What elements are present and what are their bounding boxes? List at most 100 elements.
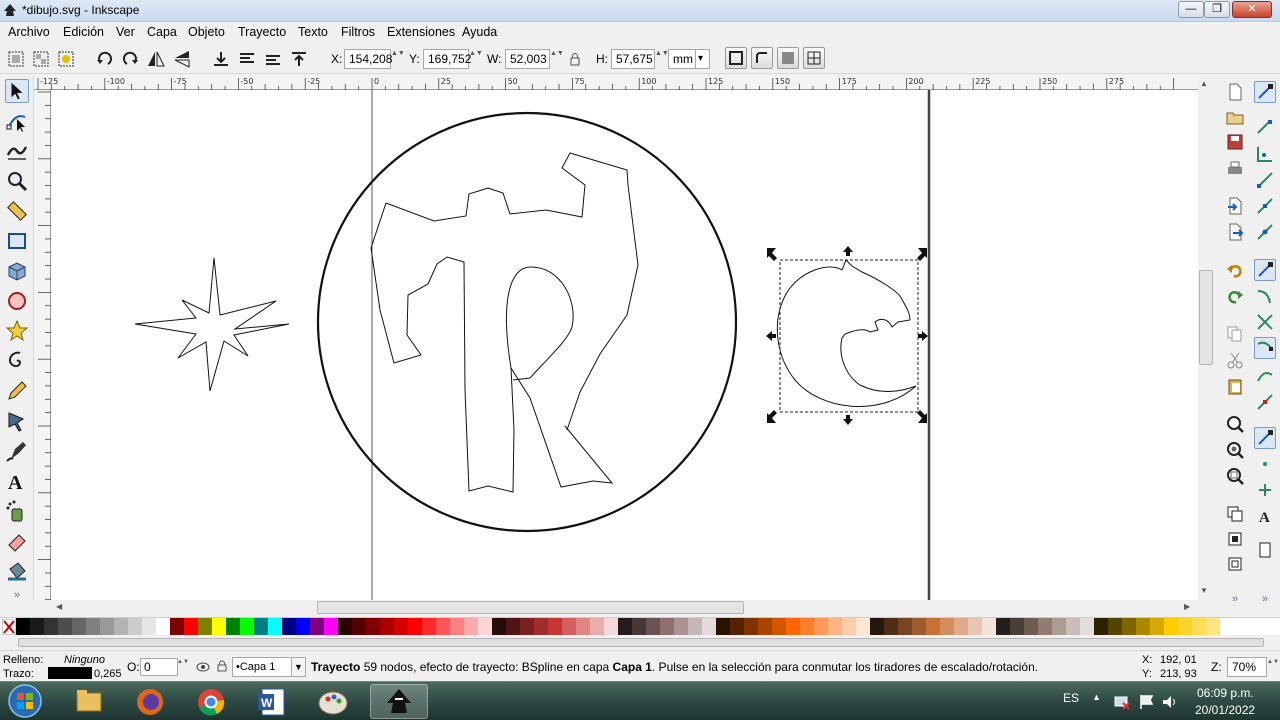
rectangle-tool[interactable] bbox=[5, 229, 29, 253]
transform-patterns-toggle[interactable] bbox=[803, 47, 825, 69]
palette-swatch[interactable] bbox=[226, 618, 240, 635]
palette-swatch[interactable] bbox=[912, 618, 926, 635]
palette-swatch[interactable] bbox=[856, 618, 870, 635]
palette-swatch[interactable] bbox=[114, 618, 128, 635]
figure-legs-path[interactable] bbox=[370, 202, 614, 493]
palette-swatch[interactable] bbox=[1010, 618, 1024, 635]
palette-swatch[interactable] bbox=[716, 618, 730, 635]
menu-capa[interactable]: Capa bbox=[147, 25, 177, 39]
palette-swatch[interactable] bbox=[744, 618, 758, 635]
palette-swatch[interactable] bbox=[58, 618, 72, 635]
taskbar-chrome[interactable] bbox=[182, 684, 240, 719]
palette-swatch[interactable] bbox=[30, 618, 44, 635]
palette-swatch[interactable] bbox=[1094, 618, 1108, 635]
rotate-ccw-icon[interactable] bbox=[96, 50, 114, 68]
handle-bottom-left[interactable] bbox=[767, 410, 777, 423]
palette-swatch[interactable] bbox=[702, 618, 716, 635]
opacity-spin-arrows[interactable]: ▲▼ bbox=[177, 658, 189, 676]
palette-swatch[interactable] bbox=[422, 618, 436, 635]
selector-tool[interactable] bbox=[5, 79, 29, 103]
palette-swatch[interactable] bbox=[576, 618, 590, 635]
palette-swatch[interactable] bbox=[142, 618, 156, 635]
menu-extensiones[interactable]: Extensiones bbox=[387, 25, 455, 39]
palette-swatch[interactable] bbox=[870, 618, 884, 635]
handle-bottom-right[interactable] bbox=[917, 410, 927, 423]
palette-swatch[interactable] bbox=[1108, 618, 1122, 635]
handle-top-left[interactable] bbox=[767, 248, 777, 261]
palette-swatch[interactable] bbox=[534, 618, 548, 635]
taskbar-word[interactable]: W bbox=[243, 684, 301, 719]
palette-swatch[interactable] bbox=[16, 618, 30, 635]
w-input[interactable]: 52,003 bbox=[505, 49, 550, 69]
snap-smooth-nodes-icon[interactable] bbox=[1256, 367, 1274, 385]
duplicate-icon[interactable] bbox=[1226, 505, 1244, 523]
palette-swatch[interactable] bbox=[240, 618, 254, 635]
palette-swatch[interactable] bbox=[1038, 618, 1052, 635]
palette-swatch[interactable] bbox=[310, 618, 324, 635]
layer-lock-icon[interactable] bbox=[217, 660, 227, 672]
snap-others-button[interactable] bbox=[1254, 427, 1276, 449]
snap-nodes-button[interactable] bbox=[1254, 259, 1276, 281]
scroll-down-arrow[interactable]: ▼ bbox=[1200, 586, 1208, 595]
cut-icon[interactable] bbox=[1226, 351, 1244, 369]
scale-corners-toggle[interactable] bbox=[751, 47, 773, 69]
measure-tool[interactable] bbox=[5, 199, 29, 223]
layer-visibility-icon[interactable] bbox=[196, 661, 210, 673]
copy-icon[interactable] bbox=[1226, 325, 1244, 343]
print-icon[interactable] bbox=[1226, 160, 1244, 178]
palette-scroll-thumb[interactable] bbox=[18, 638, 1264, 647]
handle-left[interactable] bbox=[766, 331, 776, 341]
3d-box-tool[interactable] bbox=[5, 259, 29, 283]
snap-cusp-nodes-button[interactable] bbox=[1254, 337, 1276, 359]
palette-swatch[interactable] bbox=[506, 618, 520, 635]
snap-intersections-icon[interactable] bbox=[1256, 313, 1274, 331]
flag-icon[interactable] bbox=[1138, 693, 1156, 711]
unlink-clone-icon[interactable] bbox=[1226, 555, 1244, 573]
palette-swatch[interactable] bbox=[562, 618, 576, 635]
palette-swatch[interactable] bbox=[618, 618, 632, 635]
zoom-selection-icon[interactable] bbox=[1226, 415, 1244, 433]
palette-swatch[interactable] bbox=[660, 618, 674, 635]
more-tools-icon[interactable]: » bbox=[5, 589, 29, 603]
zoom-spin-arrows[interactable]: ▲▼ bbox=[1267, 657, 1279, 677]
palette-swatch[interactable] bbox=[1178, 618, 1192, 635]
menu-ver[interactable]: Ver bbox=[116, 25, 135, 39]
palette-swatch[interactable] bbox=[464, 618, 478, 635]
horizontal-scroll-thumb[interactable] bbox=[317, 601, 744, 614]
taskbar-explorer[interactable] bbox=[60, 684, 118, 719]
volume-icon[interactable] bbox=[1161, 693, 1179, 711]
palette-swatch[interactable] bbox=[1192, 618, 1206, 635]
palette-swatch[interactable] bbox=[1080, 618, 1094, 635]
palette-swatch[interactable] bbox=[814, 618, 828, 635]
handle-top-right[interactable] bbox=[917, 248, 927, 261]
menu-texto[interactable]: Texto bbox=[298, 25, 328, 39]
palette-swatch[interactable] bbox=[268, 618, 282, 635]
palette-swatch[interactable] bbox=[478, 618, 492, 635]
calligraphy-tool[interactable] bbox=[5, 439, 29, 463]
palette-swatch[interactable] bbox=[1150, 618, 1164, 635]
drawing-canvas[interactable] bbox=[51, 90, 1198, 600]
maximize-button[interactable]: ❐ bbox=[1204, 1, 1230, 18]
palette-swatch[interactable] bbox=[450, 618, 464, 635]
select-all-icon[interactable] bbox=[7, 50, 25, 68]
palette-swatch[interactable] bbox=[688, 618, 702, 635]
flip-vertical-icon[interactable] bbox=[173, 50, 191, 68]
stroke-width[interactable]: 0,265 bbox=[94, 668, 122, 680]
zoom-tool[interactable] bbox=[5, 169, 29, 193]
paint-bucket-tool[interactable] bbox=[5, 559, 29, 583]
menu-edicion[interactable]: Edición bbox=[63, 25, 104, 39]
pen-tool[interactable] bbox=[5, 409, 29, 433]
more-commands-icon[interactable]: » bbox=[1226, 593, 1244, 611]
node-tool[interactable] bbox=[5, 109, 29, 133]
palette-swatch[interactable] bbox=[492, 618, 506, 635]
palette-swatch[interactable] bbox=[940, 618, 954, 635]
palette-swatch[interactable] bbox=[324, 618, 338, 635]
zoom-drawing-icon[interactable] bbox=[1226, 441, 1244, 459]
palette-swatch[interactable] bbox=[674, 618, 688, 635]
flip-horizontal-icon[interactable] bbox=[147, 50, 165, 68]
y-spin-arrows[interactable]: ▲▼ bbox=[469, 49, 483, 69]
palette-swatch[interactable] bbox=[1052, 618, 1066, 635]
more-snap-icon[interactable]: » bbox=[1256, 593, 1274, 611]
palette-swatch[interactable] bbox=[254, 618, 268, 635]
zoom-input[interactable]: 70% bbox=[1227, 657, 1267, 677]
